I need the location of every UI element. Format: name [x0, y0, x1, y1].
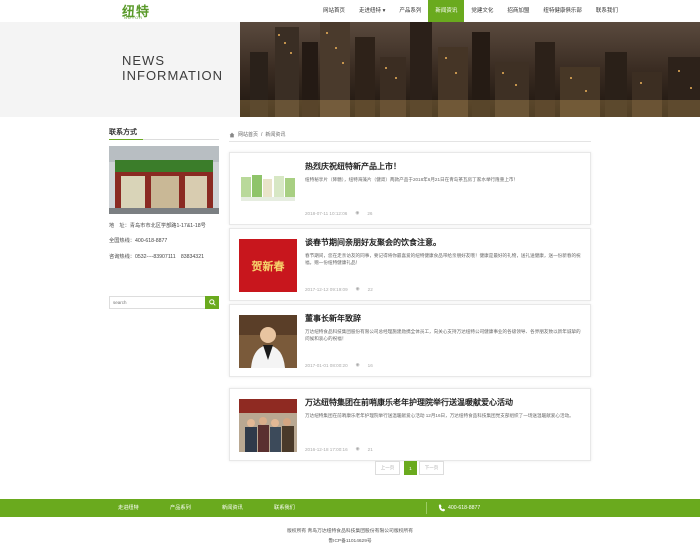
nav-item-about[interactable]: 走进纽特 ▾: [352, 0, 392, 22]
footer-link-products[interactable]: 产品系列: [170, 499, 191, 517]
nav-item-franchise[interactable]: 招商加盟: [500, 0, 536, 22]
news-date: 2017-12-12 09:19:09: [305, 286, 348, 292]
news-card[interactable]: 万达纽特集团在前哨康乐老年护理院举行送温暖献爱心活动 万达纽特集团在前哨康乐老年…: [229, 388, 591, 461]
news-desc: 万达纽特食品科技集团股份有限公司总经理施建勋携全体员工，向关心支持万达纽特公司健…: [305, 329, 581, 341]
nav-item-about-label: 走进纽特: [359, 8, 382, 14]
search-icon: [208, 299, 216, 306]
news-title[interactable]: 董事长新年致辞: [305, 313, 361, 324]
news-title[interactable]: 万达纽特集团在前哨康乐老年护理院举行送温暖献爱心活动: [305, 397, 513, 408]
top-bar: 纽特 NUTOR 网站首页 走进纽特 ▾ 产品系列 新闻资讯 党建文化 招商加盟…: [0, 0, 700, 22]
thumbnail-caption: 贺新春: [251, 259, 285, 273]
eye-icon: ◉: [355, 210, 360, 215]
banner-title-line2: INFORMATION: [122, 68, 224, 83]
nav-item-news[interactable]: 新闻资讯: [428, 0, 465, 22]
site-logo[interactable]: 纽特 NUTOR: [122, 2, 160, 20]
address-text: 地 址：青岛市市北区学部路1-17&1-18号: [109, 223, 206, 229]
news-thumbnail: [239, 163, 297, 216]
news-views: 26: [367, 210, 373, 216]
sidebar-divider-accent: [109, 139, 143, 140]
news-meta: 2018-07-11 10:12:06 ◉ 26: [305, 210, 372, 216]
search-input[interactable]: [110, 297, 204, 308]
footer-divider: [426, 502, 427, 514]
breadcrumb: 网站首页 / 新闻资讯: [229, 131, 285, 138]
banner-title-line1: NEWS: [122, 53, 165, 68]
news-meta: 2016-12-18 17:00:16 ◉ 21: [305, 446, 373, 452]
hotline-text: 全国热线：400-618-8877: [109, 238, 168, 244]
footer-phone[interactable]: 400-618-8877: [448, 499, 480, 517]
breadcrumb-home[interactable]: 网站首页: [238, 131, 258, 138]
eye-icon: ◉: [355, 362, 360, 367]
search-button[interactable]: [205, 296, 219, 309]
store-front-image: [109, 146, 219, 214]
news-thumbnail: [239, 399, 297, 452]
news-views: 22: [367, 286, 373, 292]
news-date: 2018-07-11 10:12:06: [305, 210, 348, 216]
pagination-current[interactable]: 1: [404, 461, 417, 475]
nav-item-club[interactable]: 纽特健康俱乐部: [536, 0, 589, 22]
eye-icon: ◉: [355, 446, 360, 451]
news-thumbnail: [239, 315, 297, 368]
news-title[interactable]: 热烈庆祝纽特新产品上市！: [305, 161, 401, 172]
pagination-prev[interactable]: 上一页: [375, 461, 400, 475]
footer-copyright: 版权所有 青岛万达纽特食品科技集团股份有限公司版权所有: [286, 529, 414, 534]
logo-en: NUTOR: [124, 15, 144, 20]
footer-bar: 走进纽特 产品系列 新闻资讯 联系我们 400-618-8877: [0, 499, 700, 517]
news-date: 2016-12-18 17:00:16: [305, 446, 348, 452]
news-card[interactable]: 贺新春 谈春节期间亲朋好友聚会的饮食注意。 春节期间，您在走亲访友的同事，要记得…: [229, 228, 591, 301]
news-title[interactable]: 谈春节期间亲朋好友聚会的饮食注意。: [305, 237, 441, 248]
footer-link-news[interactable]: 新闻资讯: [222, 499, 243, 517]
news-card[interactable]: 热烈庆祝纽特新产品上市！ 纽特秘享片（降糖），纽特海藻片（健肾）两款产品于201…: [229, 152, 591, 225]
city-skyline-image: [240, 22, 700, 117]
eye-icon: ◉: [355, 286, 360, 291]
breadcrumb-sep: /: [261, 131, 263, 138]
breadcrumb-current: 新闻资讯: [265, 132, 286, 138]
nav-item-contact[interactable]: 联系我们: [589, 0, 625, 22]
news-card[interactable]: 董事长新年致辞 万达纽特食品科技集团股份有限公司总经理施建勋携全体员工，向关心支…: [229, 304, 591, 377]
footer-link-contact[interactable]: 联系我们: [274, 499, 295, 517]
news-desc: 纽特秘享片（降糖），纽特海藻片（健肾）两款产品于2018年6月21日在青岛茶瓦房…: [305, 177, 519, 182]
sidebar-search: [109, 296, 219, 309]
caret-down-icon: ▾: [382, 8, 386, 14]
news-desc: 万达纽特集团在前哨康乐老年护理院举行送温暖献爱心活动 12月16日，万达纽特食品…: [305, 413, 574, 418]
consult-text: 咨询热线：0532----83907111 83834321: [109, 254, 204, 260]
nav-item-party[interactable]: 党建文化: [464, 0, 500, 22]
news-meta: 2017-12-12 09:19:09 ◉ 22: [305, 286, 373, 292]
news-desc: 春节期间，您在走亲访友的同事，要记得将你最喜爱的纽特健康食品带给亲朋好友哦！健康…: [305, 253, 581, 265]
footer-icp[interactable]: 鲁ICP备11014629号: [0, 537, 700, 544]
news-thumbnail: 贺新春: [239, 239, 297, 292]
page-banner: NEWS INFORMATION: [0, 22, 700, 117]
main-nav: 网站首页 走进纽特 ▾ 产品系列 新闻资讯 党建文化 招商加盟 纽特健康俱乐部 …: [316, 0, 625, 22]
footer-link-about[interactable]: 走进纽特: [118, 499, 139, 517]
pagination-next[interactable]: 下一页: [419, 461, 444, 475]
nav-item-products[interactable]: 产品系列: [392, 0, 428, 22]
nav-item-home[interactable]: 网站首页: [316, 0, 352, 22]
breadcrumb-divider: [229, 141, 591, 142]
home-icon: [229, 132, 235, 137]
phone-icon: [438, 504, 445, 512]
news-date: 2017-01-01 08:00:20: [305, 362, 348, 368]
news-views: 21: [367, 446, 373, 452]
sidebar-title: 联系方式: [109, 129, 137, 136]
news-views: 16: [367, 362, 373, 368]
news-meta: 2017-01-01 08:00:20 ◉ 16: [305, 362, 373, 368]
